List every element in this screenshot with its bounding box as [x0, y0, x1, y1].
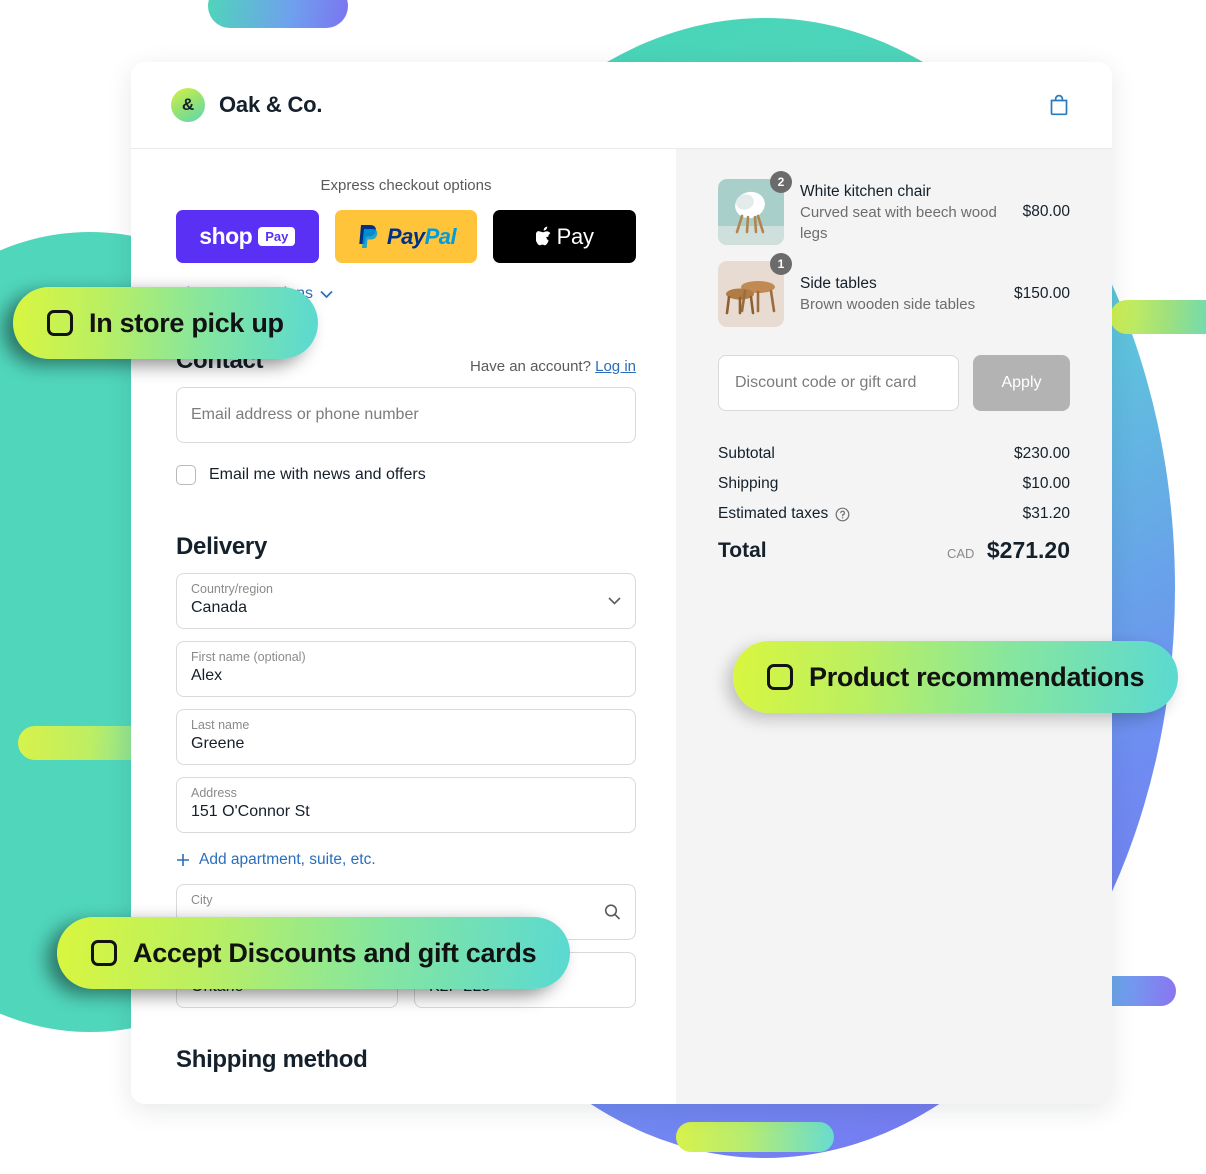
country-value: Canada	[191, 599, 248, 616]
account-prompt-label: Have an account?	[470, 358, 591, 375]
product-description: Curved seat with beech wood legs	[800, 203, 997, 242]
feature-pill-label: In store pick up	[89, 307, 284, 338]
add-apartment-label: Add apartment, suite, etc.	[199, 851, 376, 868]
paypal-icon	[359, 225, 378, 248]
currency-code: CAD	[946, 546, 975, 561]
discount-row: Discount code or gift card Apply	[718, 355, 1070, 411]
apple-logo-icon	[535, 226, 551, 246]
product-price: $80.00	[1022, 203, 1070, 220]
feature-pill-label: Product recommendations	[809, 661, 1145, 692]
subtotal-row: Subtotal $230.00	[718, 445, 1070, 463]
first-name-value: Alex	[191, 667, 223, 684]
shop-pay-label: shop	[199, 223, 253, 249]
quantity-badge: 2	[770, 171, 792, 193]
login-link[interactable]: Log in	[595, 358, 636, 375]
first-name-label: First name (optional)	[191, 650, 306, 664]
background-pill-left	[18, 726, 148, 760]
email-field[interactable]: Email address or phone number	[176, 387, 636, 443]
taxes-label: Estimated taxes	[718, 505, 829, 522]
address-label: Address	[191, 786, 237, 800]
country-select[interactable]: Country/region Canada	[176, 573, 636, 629]
address-value: 151 O'Connor St	[191, 803, 310, 820]
apply-discount-button[interactable]: Apply	[973, 355, 1070, 411]
shop-pay-chip: Pay	[258, 227, 296, 246]
order-totals: Subtotal $230.00 Shipping $10.00 Estimat…	[718, 445, 1070, 564]
shipping-row: Shipping $10.00	[718, 475, 1070, 493]
first-name-field[interactable]: First name (optional) Alex	[176, 641, 636, 697]
last-name-label: Last name	[191, 718, 250, 732]
apple-pay-button[interactable]: Pay	[493, 210, 637, 263]
order-summary-column: 2 White kitchen chair Curved seat with b…	[676, 149, 1112, 1104]
taxes-row: Estimated taxes $31.20	[718, 505, 1070, 523]
subtotal-label: Subtotal	[718, 445, 775, 462]
plus-icon	[177, 854, 189, 866]
express-payment-buttons: shop Pay PayPal Pay	[176, 210, 637, 263]
taxes-value: $31.20	[1022, 505, 1070, 522]
total-label: Total	[718, 538, 767, 562]
product-name: White kitchen chair	[800, 182, 931, 200]
country-label: Country/region	[191, 582, 273, 596]
email-placeholder: Email address or phone number	[191, 406, 419, 423]
product-info: Side tables Brown wooden side tables	[800, 273, 998, 315]
shop-pay-button[interactable]: shop Pay	[176, 210, 319, 263]
add-apartment-button[interactable]: Add apartment, suite, etc.	[176, 851, 376, 869]
total-row: Total CAD $271.20	[718, 537, 1070, 564]
screenshot-root: & Oak & Co. Express checkout options sho…	[0, 0, 1206, 1174]
checkbox-square-icon	[47, 310, 73, 336]
quantity-badge: 1	[770, 253, 792, 275]
total-value-group: CAD $271.20	[947, 537, 1070, 564]
total-value: $271.20	[986, 537, 1070, 563]
list-item: 2 White kitchen chair Curved seat with b…	[718, 171, 1070, 245]
discount-code-input[interactable]: Discount code or gift card	[718, 355, 959, 411]
account-prompt: Have an account? Log in	[470, 358, 636, 375]
background-pill-bottom	[676, 1122, 834, 1152]
feature-pill-in-store-pickup[interactable]: In store pick up	[13, 287, 318, 359]
product-info: White kitchen chair Curved seat with bee…	[800, 181, 1007, 244]
list-item: 1 Side tables Brown wooden side tables $…	[718, 253, 1070, 327]
taxes-label-group: Estimated taxes	[718, 505, 850, 523]
paypal-label: PayPal	[386, 223, 457, 249]
last-name-value: Greene	[191, 735, 245, 752]
chevron-down-icon	[320, 290, 333, 298]
product-thumbnail-wrap: 1	[718, 253, 792, 327]
background-pill-top	[208, 0, 348, 28]
brand[interactable]: & Oak & Co.	[171, 88, 323, 122]
product-description: Brown wooden side tables	[800, 296, 976, 313]
brand-logo-icon: &	[171, 88, 205, 122]
search-icon[interactable]	[604, 904, 621, 921]
brand-name: Oak & Co.	[219, 92, 323, 117]
shipping-label: Shipping	[718, 475, 779, 492]
discount-placeholder: Discount code or gift card	[735, 374, 917, 391]
product-name: Side tables	[800, 275, 877, 292]
shipping-method-title: Shipping method	[176, 1046, 368, 1073]
delivery-title: Delivery	[176, 533, 267, 560]
newsletter-checkbox[interactable]	[176, 465, 196, 485]
background-pill-right-upper	[1110, 300, 1206, 334]
subtotal-value: $230.00	[1013, 445, 1070, 462]
question-circle-icon[interactable]	[835, 507, 850, 522]
express-checkout-title: Express checkout options	[320, 177, 492, 194]
feature-pill-label: Accept Discounts and gift cards	[133, 937, 537, 968]
paypal-button[interactable]: PayPal	[334, 210, 478, 263]
city-label: City	[191, 893, 213, 907]
last-name-field[interactable]: Last name Greene	[176, 709, 636, 765]
address-field[interactable]: Address 151 O'Connor St	[176, 777, 636, 833]
chevron-down-icon	[608, 597, 621, 605]
cart-button[interactable]	[1046, 92, 1072, 118]
shopping-bag-icon	[1050, 94, 1068, 116]
newsletter-checkbox-row[interactable]: Email me with news and offers	[176, 465, 636, 485]
checkbox-square-icon	[91, 940, 117, 966]
shipping-value: $10.00	[1022, 475, 1070, 492]
apple-pay-label: Pay	[556, 223, 594, 249]
checkbox-square-icon	[767, 664, 793, 690]
feature-pill-product-recommendations[interactable]: Product recommendations	[733, 641, 1179, 713]
feature-pill-discounts-gift-cards[interactable]: Accept Discounts and gift cards	[57, 917, 571, 989]
newsletter-label: Email me with news and offers	[209, 466, 426, 483]
product-thumbnail-wrap: 2	[718, 171, 792, 245]
store-header: & Oak & Co.	[131, 62, 1112, 149]
product-price: $150.00	[1013, 285, 1070, 302]
